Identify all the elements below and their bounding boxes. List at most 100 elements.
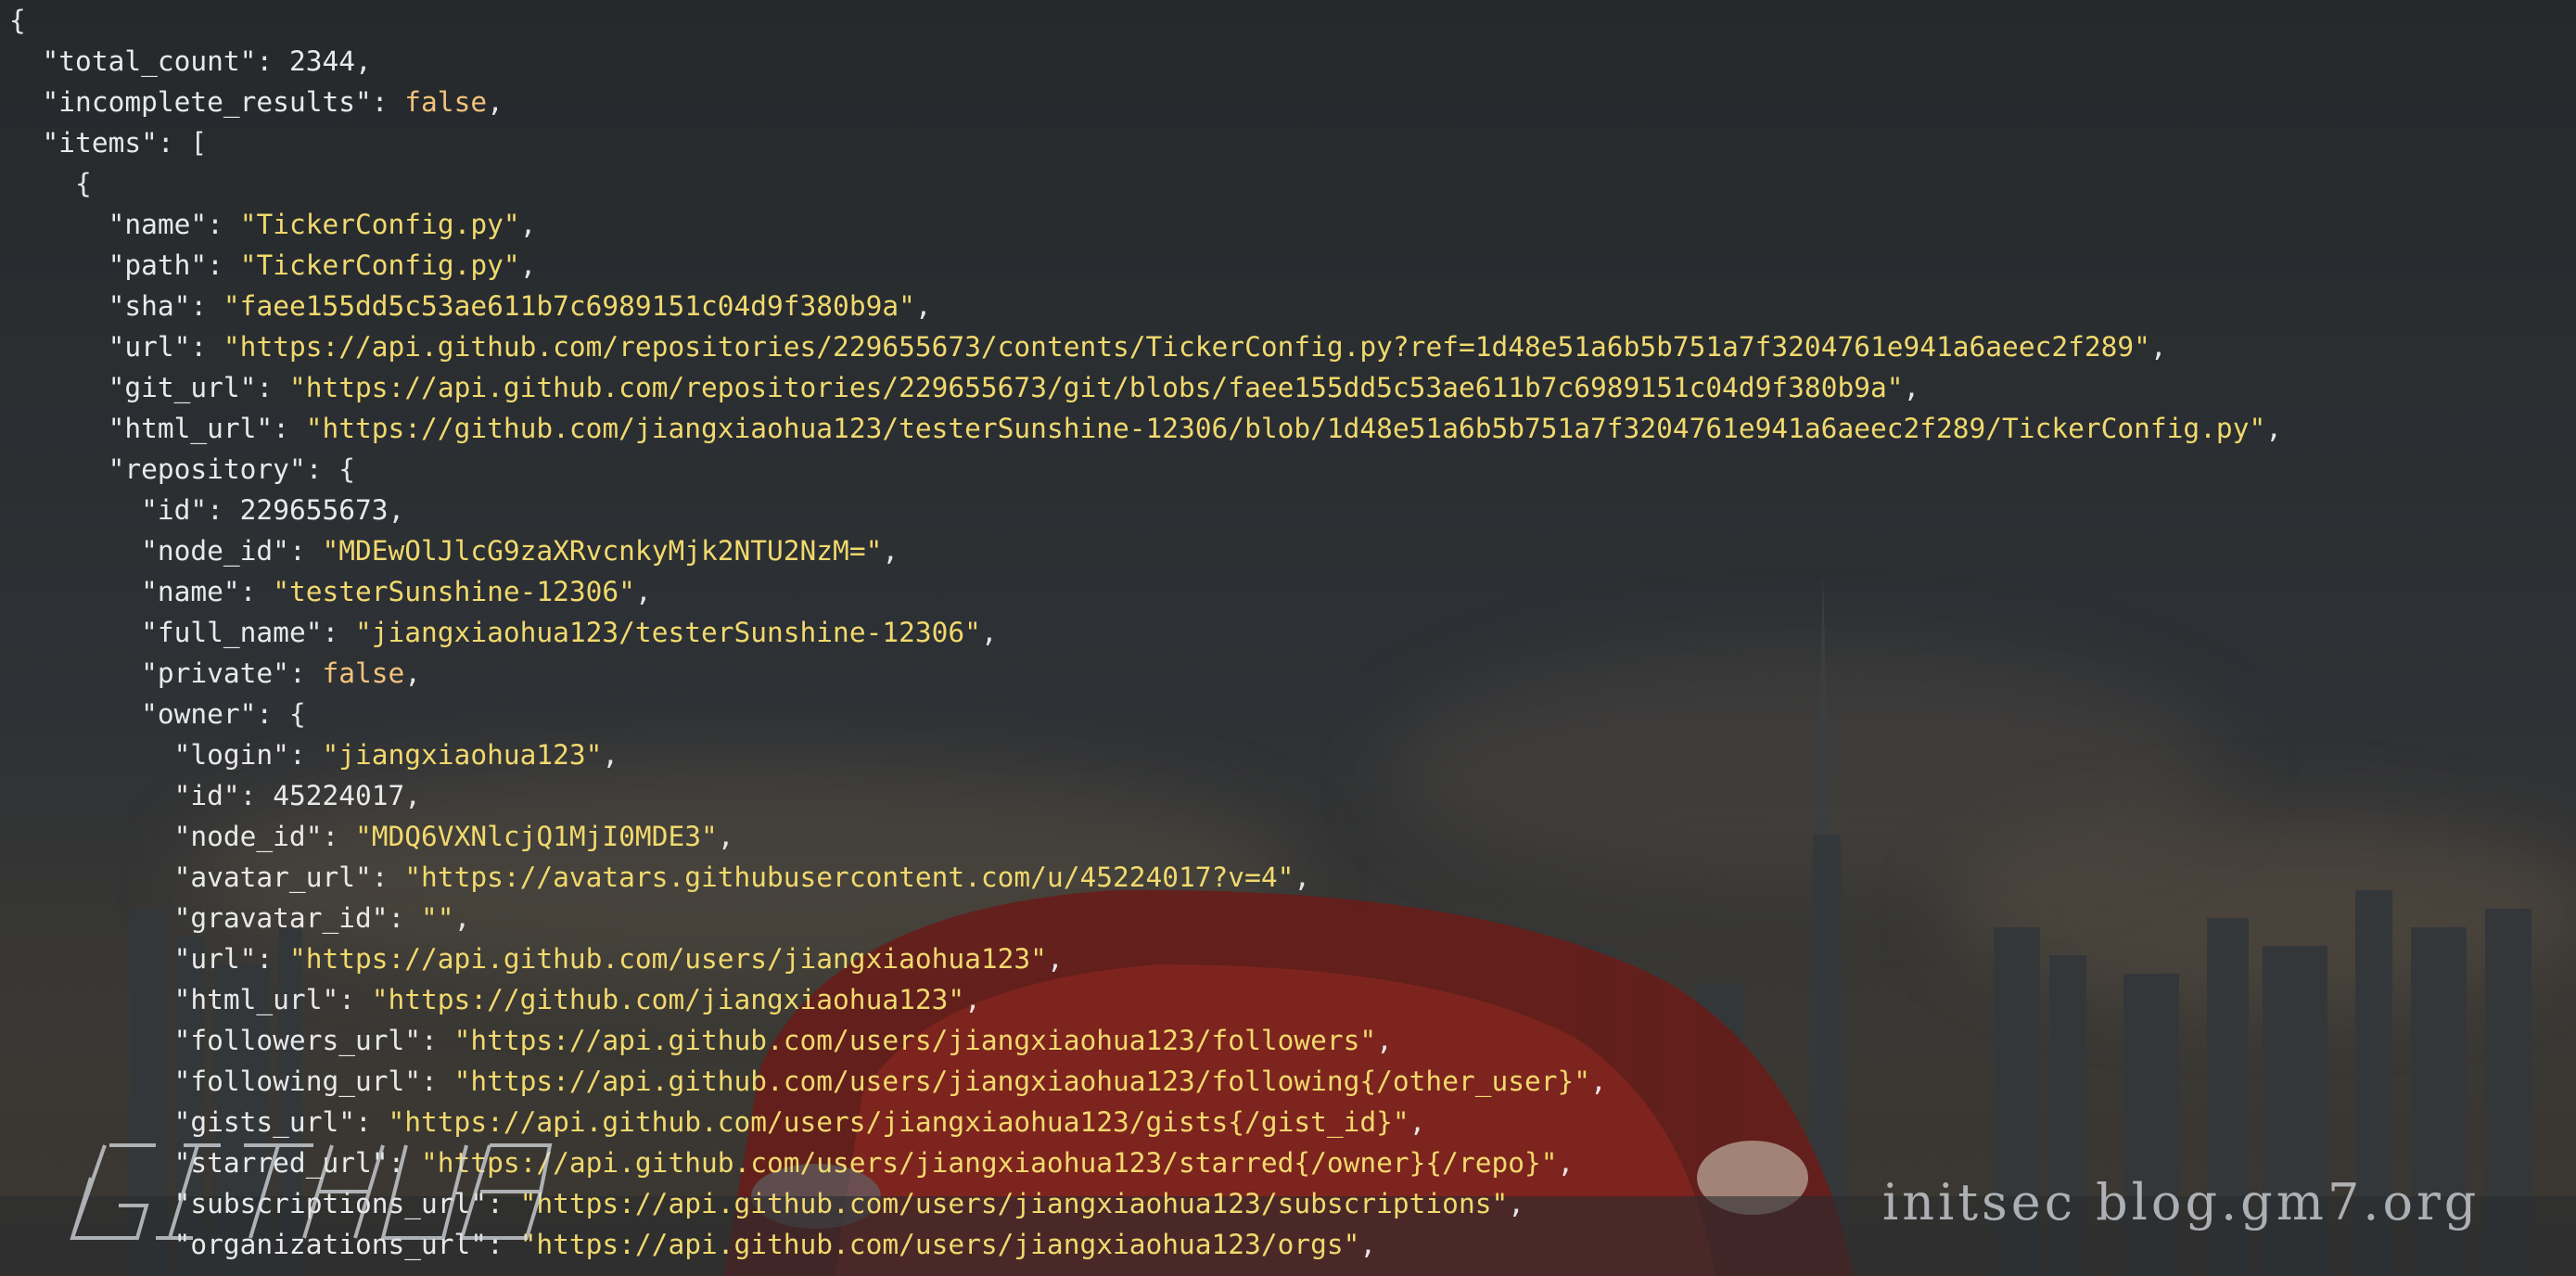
json-key: "gravatar_id" [173,902,389,934]
json-line: "name": "TickerConfig.py", [9,204,2282,245]
json-value: 45224017 [273,780,405,811]
json-punctuation: , [487,86,504,118]
json-value: "https://api.github.com/users/jiangxiaoh… [288,943,1047,975]
json-value: "faee155dd5c53ae611b7c6989151c04d9f380b9… [223,290,915,322]
json-key: "sha" [108,290,191,322]
json-punctuation: , [519,209,537,240]
json-line: "items": [ [9,122,2282,163]
json-punctuation: , [404,780,422,811]
json-value: "https://api.github.com/users/jiangxiaoh… [453,1065,1591,1097]
json-key: "owner" [141,698,257,730]
json-key: "node_id" [141,535,289,567]
json-punctuation: , [355,45,372,77]
json-punctuation: : [421,1025,454,1056]
json-line: "url": "https://api.github.com/repositor… [9,326,2282,367]
json-line: "full_name": "jiangxiaohua123/testerSuns… [9,612,2282,653]
json-key: "total_count" [42,45,257,77]
json-punctuation: , [602,739,619,771]
json-line: "repository": { [9,449,2282,490]
json-line: "name": "testerSunshine-12306", [9,571,2282,612]
json-punctuation: : [256,372,289,403]
json-line: "node_id": "MDEwOlJlcG9zaXRvcnkyMjk2NTU2… [9,530,2282,571]
json-line: { [9,0,2282,41]
json-line: "sha": "faee155dd5c53ae611b7c6989151c04d… [9,286,2282,326]
json-line: "id": 229655673, [9,490,2282,530]
json-punctuation: , [717,821,734,852]
json-value: "https://api.github.com/users/jiangxiaoh… [519,1229,1360,1260]
json-punctuation: , [634,576,652,607]
json-punctuation: : [421,1065,454,1097]
json-punctuation: , [1557,1147,1575,1179]
json-punctuation: : [388,902,422,934]
json-punctuation: , [1359,1229,1377,1260]
json-punctuation: : [207,494,240,526]
json-punctuation: : [190,290,223,322]
json-key: "items" [42,127,158,159]
json-key: "name" [141,576,240,607]
json-key: "id" [141,494,208,526]
json-punctuation: : [371,861,405,893]
json-punctuation: , [980,617,998,648]
json-line: "private": false, [9,653,2282,694]
json-key: "node_id" [173,821,323,852]
json-key: "path" [108,249,208,281]
json-punctuation: : { [305,453,356,485]
json-punctuation: , [453,902,471,934]
json-line: "git_url": "https://api.github.com/repos… [9,367,2282,408]
json-value: "testerSunshine-12306" [273,576,635,607]
json-line: "html_url": "https://github.com/jiangxia… [9,408,2282,449]
json-key: "html_url" [173,984,339,1015]
json-key: "login" [173,739,289,771]
json-punctuation: , [1376,1025,1393,1056]
json-punctuation: : [207,209,240,240]
json-punctuation: , [882,535,899,567]
json-key: "id" [173,780,240,811]
json-value: "https://api.github.com/users/jiangxiaoh… [519,1188,1509,1219]
json-punctuation: , [1508,1188,1524,1219]
json-punctuation: , [1590,1065,1607,1097]
json-line: "url": "https://api.github.com/users/jia… [9,938,2282,979]
json-punctuation: : [371,86,405,118]
json-punctuation: : [338,984,372,1015]
json-punctuation: , [404,657,422,689]
json-line: "avatar_url": "https://avatars.githubuse… [9,857,2282,898]
json-punctuation: { [75,168,92,199]
json-key: "url" [108,331,191,363]
json-value: "https://api.github.com/users/jiangxiaoh… [453,1025,1377,1056]
json-key: "full_name" [141,617,323,648]
json-key: "html_url" [108,413,274,444]
json-key: "url" [173,943,257,975]
json-value: "jiangxiaohua123/testerSunshine-12306" [355,617,981,648]
json-line: "path": "TickerConfig.py", [9,245,2282,286]
json-value: "jiangxiaohua123" [322,739,603,771]
json-key: "avatar_url" [173,861,372,893]
json-punctuation: : [288,657,323,689]
json-line: "following_url": "https://api.github.com… [9,1061,2282,1102]
json-punctuation: : [239,780,274,811]
json-value: false [322,657,405,689]
json-punctuation: , [519,249,537,281]
json-value: "MDEwOlJlcG9zaXRvcnkyMjk2NTU2NzM=" [322,535,883,567]
json-key: "git_url" [108,372,257,403]
json-key: "private" [141,657,289,689]
json-line: "id": 45224017, [9,775,2282,816]
json-punctuation: , [964,984,981,1015]
json-punctuation: , [2265,413,2282,444]
json-value: "" [421,902,454,934]
json-line: "html_url": "https://github.com/jiangxia… [9,979,2282,1020]
json-punctuation: , [914,290,932,322]
json-value: "MDQ6VXNlcjQ1MjI0MDE3" [355,821,718,852]
json-key: "incomplete_results" [42,86,372,118]
json-punctuation: , [2149,331,2167,363]
json-line: "node_id": "MDQ6VXNlcjQ1MjI0MDE3", [9,816,2282,857]
json-punctuation: : [207,249,240,281]
json-punctuation: : [273,413,306,444]
json-value: "https://github.com/jiangxiaohua123" [371,984,965,1015]
json-line: "login": "jiangxiaohua123", [9,734,2282,775]
json-key: "followers_url" [173,1025,422,1056]
json-key: "repository" [108,453,306,485]
json-value: "https://github.com/jiangxiaohua123/test… [305,413,2266,444]
json-line: { [9,163,2282,204]
json-punctuation: : [256,943,289,975]
json-punctuation: : { [256,698,306,730]
